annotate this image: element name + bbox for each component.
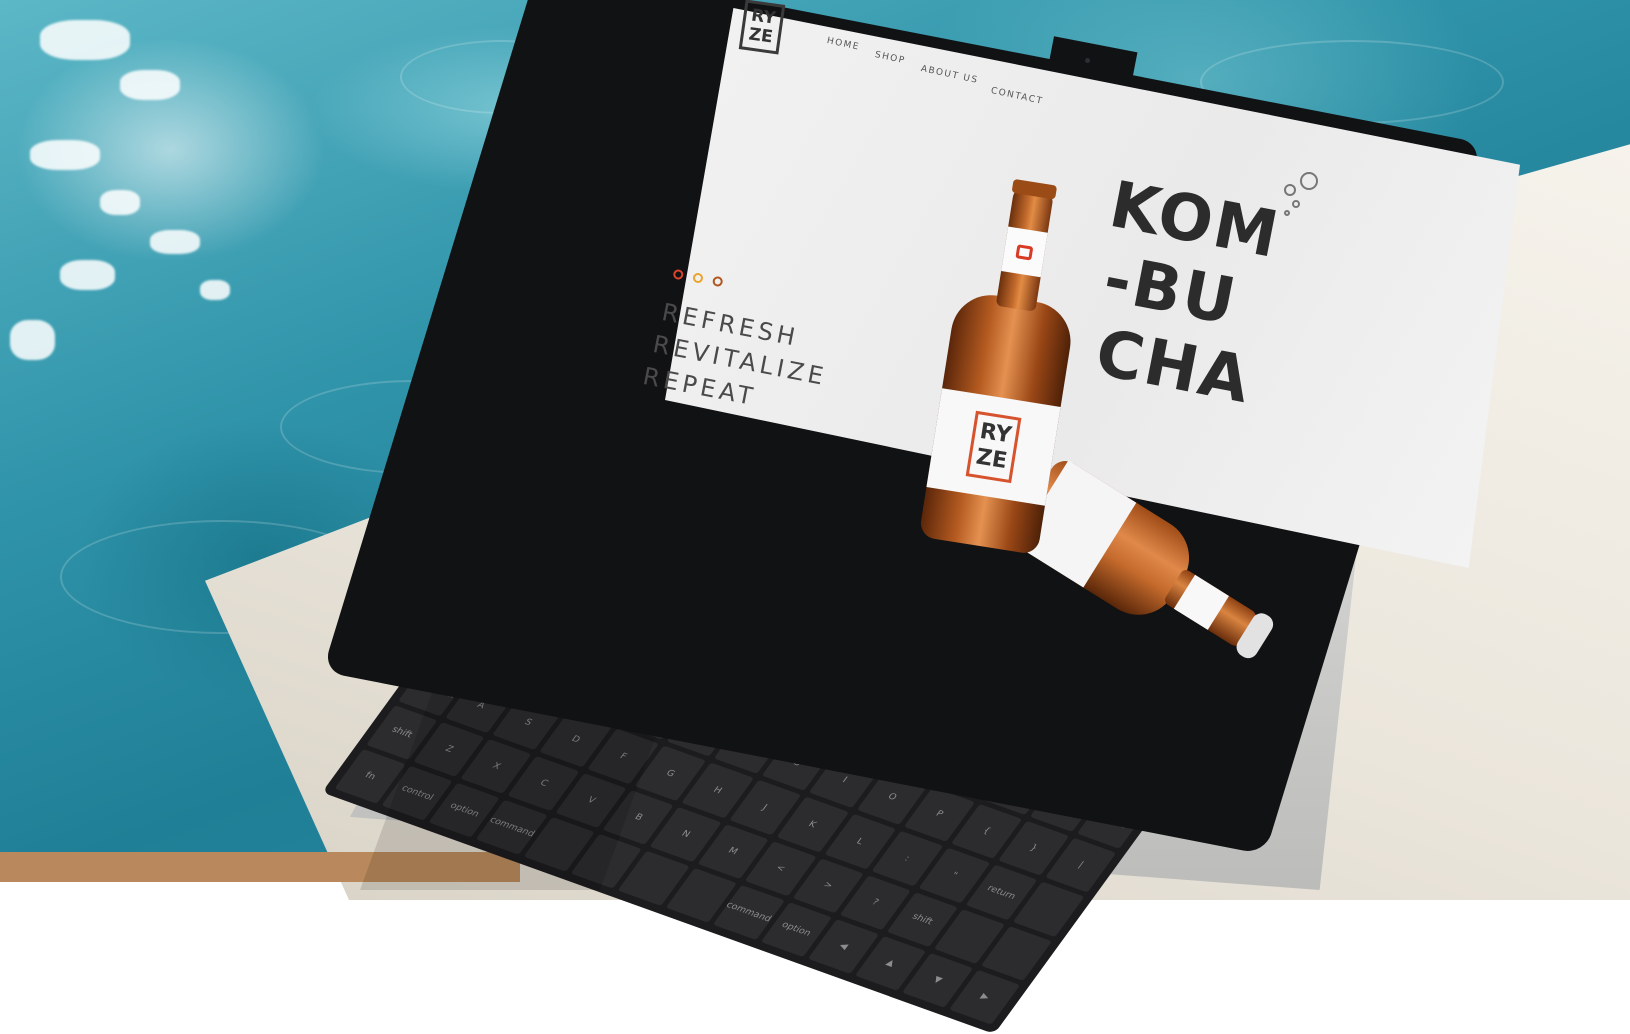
water-sparkle — [60, 260, 115, 290]
leaf-icon — [692, 272, 704, 284]
apple-icon — [1015, 243, 1034, 261]
water-sparkle — [200, 280, 230, 300]
water-sparkle — [10, 320, 55, 360]
water-sparkle — [40, 20, 130, 60]
bottle-label: RY ZE — [926, 388, 1061, 506]
bottle-logo-line-2: ZE — [974, 444, 1009, 475]
bubble-icon — [1292, 200, 1300, 208]
logo-line-2: ZE — [747, 24, 774, 48]
water-sparkle — [150, 230, 200, 254]
camera-icon — [1085, 58, 1090, 63]
apple-icon — [672, 268, 685, 281]
clock-icon — [711, 275, 724, 288]
water-sparkle — [30, 140, 100, 170]
bottle-logo: RY ZE — [965, 410, 1022, 484]
bubble-icon — [1300, 172, 1318, 190]
bubble-icon — [1284, 184, 1296, 196]
water-sparkle — [100, 190, 140, 215]
site-logo[interactable]: RY ZE — [738, 0, 786, 55]
water-sparkle — [120, 70, 180, 100]
bubble-icon — [1284, 210, 1290, 216]
neck-label — [1001, 226, 1048, 278]
